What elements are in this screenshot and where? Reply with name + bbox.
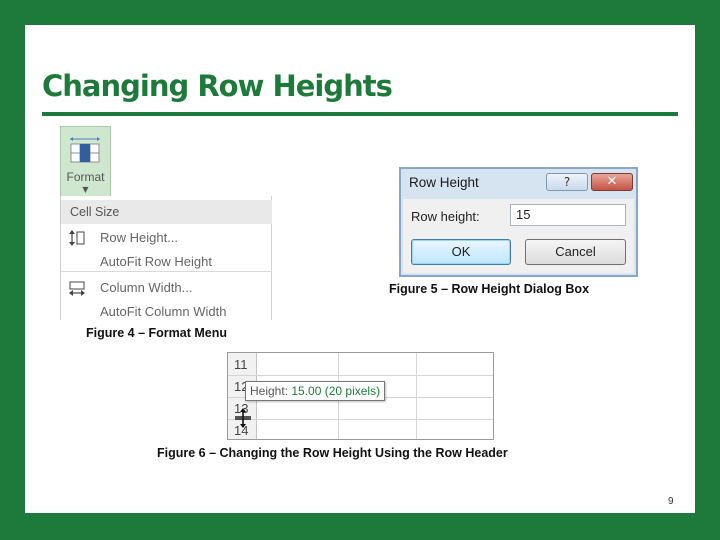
slide-title: Changing Row Heights xyxy=(42,69,393,103)
format-menu: Cell Size Row Height... AutoFit Row Heig… xyxy=(60,196,272,320)
menu-item-row-height[interactable]: Row Height... xyxy=(100,230,178,245)
title-underline xyxy=(42,112,678,116)
menu-item-autofit-row-height[interactable]: AutoFit Row Height xyxy=(100,254,212,269)
tooltip-prefix: Height: xyxy=(250,384,292,398)
close-icon[interactable]: ✕ xyxy=(591,173,633,191)
ok-button[interactable]: OK xyxy=(411,239,511,265)
worksheet-grid: 11 12 13 14 Height: 15.00 (20 pixels) xyxy=(227,352,494,440)
chevron-down-icon: ▼ xyxy=(82,185,89,194)
menu-section-header: Cell Size xyxy=(61,200,272,224)
figure6-caption: Figure 6 – Changing the Row Height Using… xyxy=(157,446,508,460)
figure4-caption: Figure 4 – Format Menu xyxy=(86,326,227,340)
row-height-tooltip: Height: 15.00 (20 pixels) xyxy=(245,381,386,401)
row-height-input[interactable]: 15 xyxy=(510,204,626,226)
format-button-label: Format xyxy=(66,170,105,184)
cell-grid-icon xyxy=(70,137,100,163)
tooltip-value: 15.00 (20 pixels) xyxy=(291,384,381,398)
help-icon[interactable]: ? xyxy=(546,173,588,191)
row-height-dialog: Row Height ? ✕ Row height: 15 OK Cancel xyxy=(399,167,638,277)
dialog-body: Row height: 15 OK Cancel xyxy=(403,199,634,273)
row-height-label: Row height: xyxy=(411,209,480,224)
row-resize-cursor-icon xyxy=(235,408,251,428)
figure5-caption: Figure 5 – Row Height Dialog Box xyxy=(389,282,590,296)
page-number: 9 xyxy=(668,496,674,507)
slide: Changing Row Heights Format ▼ Cell Size xyxy=(25,25,695,513)
dialog-title: Row Height xyxy=(409,175,479,190)
column-width-icon xyxy=(68,280,86,296)
menu-item-autofit-column-width[interactable]: AutoFit Column Width xyxy=(100,304,226,319)
menu-item-column-width[interactable]: Column Width... xyxy=(100,280,192,295)
row-height-icon xyxy=(68,230,86,246)
cancel-button[interactable]: Cancel xyxy=(525,239,626,265)
row-header-11[interactable]: 11 xyxy=(234,357,248,372)
menu-divider xyxy=(61,271,272,272)
